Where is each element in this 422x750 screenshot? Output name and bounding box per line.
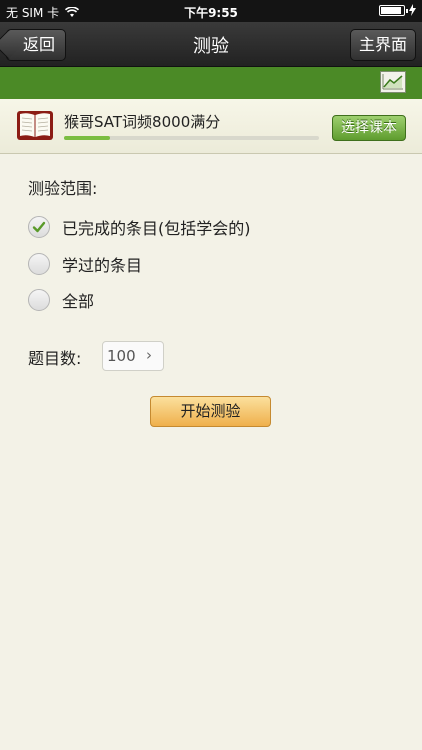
navigation-bar: 返回 测验 主界面: [0, 22, 422, 67]
question-count-selector[interactable]: 100 ›: [102, 341, 164, 371]
scope-option-studied[interactable]: 学过的条目: [28, 252, 142, 276]
start-quiz-button[interactable]: 开始测验: [150, 396, 271, 427]
charging-icon: [409, 4, 416, 16]
status-bar: 无 SIM 卡 下午9:55: [0, 0, 422, 22]
radio-button[interactable]: [28, 289, 50, 311]
battery-icon: [379, 4, 408, 16]
scope-label: 测验范围:: [28, 179, 98, 198]
question-count-label: 题目数:: [28, 349, 82, 368]
book-progress-bar: [64, 136, 319, 140]
question-count-value: 100: [107, 347, 136, 365]
select-book-button[interactable]: 选择课本: [332, 115, 406, 141]
book-title: 猴哥SAT词频8000满分: [64, 113, 221, 131]
book-icon: [17, 111, 53, 140]
scope-option-all[interactable]: 全部: [28, 288, 94, 312]
radio-button[interactable]: [28, 253, 50, 275]
chevron-right-icon: ›: [146, 346, 152, 364]
home-button[interactable]: 主界面: [349, 29, 416, 61]
battery-fill: [381, 6, 401, 14]
scope-option-label: 全部: [62, 292, 95, 311]
scope-option-label: 已完成的条目(包括学会的): [62, 219, 251, 238]
book-progress-fill: [64, 136, 110, 140]
green-toolbar: [0, 67, 422, 99]
radio-button[interactable]: [28, 216, 50, 238]
book-header: 猴哥SAT词频8000满分 选择课本: [0, 99, 422, 154]
status-time: 下午9:55: [184, 6, 238, 20]
scope-option-label: 学过的条目: [62, 256, 143, 275]
status-right: [379, 4, 416, 16]
line-chart-icon[interactable]: [380, 71, 406, 93]
check-icon: [32, 221, 46, 233]
scope-option-completed[interactable]: 已完成的条目(包括学会的): [28, 215, 251, 239]
